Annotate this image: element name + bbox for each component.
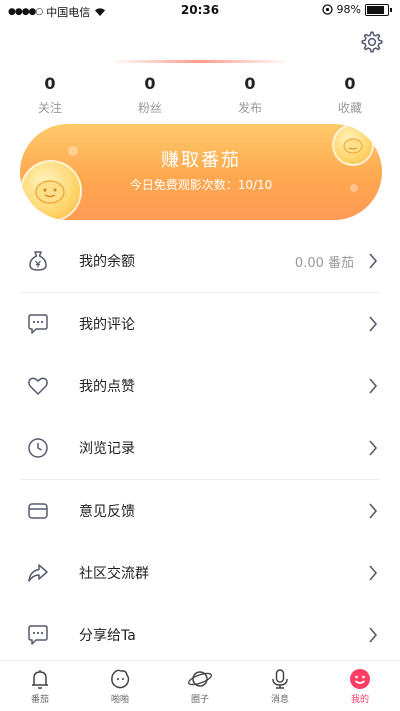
menu-item-share[interactable]: 分享给Ta xyxy=(0,604,400,666)
tab-circle[interactable]: 圈子 xyxy=(160,661,240,711)
tab-papa[interactable]: 啪啪 xyxy=(80,661,160,711)
stat-following-label: 关注 xyxy=(37,101,62,115)
menu-item-label: 意见反馈 xyxy=(79,504,135,520)
comment-icon xyxy=(28,314,48,334)
header-accent-line xyxy=(110,60,290,63)
menu-item-likes[interactable]: 我的点赞 xyxy=(0,355,400,417)
status-bar: ●●●●○ 中国电信 20:36 98% xyxy=(0,0,400,22)
planet-icon xyxy=(187,671,213,687)
chevron-right-icon xyxy=(369,565,378,581)
menu-item-label: 我的余额 xyxy=(79,254,135,270)
stat-posts-label: 发布 xyxy=(237,101,262,115)
menu-item-comments[interactable]: 我的评论 xyxy=(0,293,400,355)
stat-following-count: 0 xyxy=(44,74,56,93)
stat-following[interactable]: 0 关注 xyxy=(0,74,100,116)
chevron-right-icon xyxy=(369,440,378,456)
chevron-right-icon xyxy=(369,503,378,519)
orientation-lock-icon xyxy=(321,4,333,15)
tomato-face-icon xyxy=(111,669,130,689)
chevron-right-icon xyxy=(369,378,378,394)
stat-followers-count: 0 xyxy=(144,74,156,93)
menu-item-label: 浏览记录 xyxy=(79,441,135,457)
battery-icon xyxy=(365,3,389,16)
stat-followers-label: 粉丝 xyxy=(137,101,162,115)
stat-followers[interactable]: 0 粉丝 xyxy=(100,74,200,116)
banner-subtitle: 今日免费观影次数：10/10 xyxy=(129,178,273,192)
mailbox-icon xyxy=(28,503,48,519)
menu-item-label: 我的评论 xyxy=(79,317,135,333)
chevron-right-icon xyxy=(369,253,378,269)
stat-posts-count: 0 xyxy=(244,74,256,93)
menu-item-community-group[interactable]: 社区交流群 xyxy=(0,542,400,604)
menu-item-label: 我的点赞 xyxy=(79,379,135,395)
tab-label: 番茄 xyxy=(30,695,49,705)
tab-label: 消息 xyxy=(270,695,289,705)
stat-posts[interactable]: 0 发布 xyxy=(200,74,300,116)
tab-mine[interactable]: 我的 xyxy=(320,661,400,711)
settings-menu-list: 我的余额 0.00 番茄 我的评论 我的点赞 浏览记录 意见反馈 社区交流群 分… xyxy=(0,230,400,666)
menu-item-history[interactable]: 浏览记录 xyxy=(0,417,400,479)
profile-stats: 0 关注 0 粉丝 0 发布 0 收藏 xyxy=(0,74,400,116)
menu-item-label: 分享给Ta xyxy=(79,628,136,644)
bottom-tab-bar: 番茄 啪啪 圈子 消息 我的 xyxy=(0,660,400,711)
stat-favorites-count: 0 xyxy=(344,74,356,93)
bell-icon xyxy=(32,670,48,689)
stat-favorites[interactable]: 0 收藏 xyxy=(300,74,400,116)
clock-icon xyxy=(28,438,48,458)
tab-label: 啪啪 xyxy=(110,695,129,705)
tab-label: 圈子 xyxy=(190,695,209,705)
chevron-right-icon xyxy=(369,316,378,332)
tab-messages[interactable]: 消息 xyxy=(240,661,320,711)
settings-gear-icon[interactable] xyxy=(360,30,384,54)
stat-favorites-label: 收藏 xyxy=(337,101,362,115)
earn-tomatoes-banner[interactable]: 赚取番茄 今日免费观影次数：10/10 xyxy=(20,124,382,220)
share-arrow-icon xyxy=(28,564,48,582)
battery-percentage: 98% xyxy=(336,3,361,16)
tab-tomato[interactable]: 番茄 xyxy=(0,661,80,711)
banner-title: 赚取番茄 xyxy=(161,150,241,171)
menu-item-balance[interactable]: 我的余额 0.00 番茄 xyxy=(0,230,400,292)
heart-icon xyxy=(28,377,48,395)
menu-item-feedback[interactable]: 意见反馈 xyxy=(0,480,400,542)
money-bag-icon xyxy=(29,251,47,271)
microphone-icon xyxy=(272,669,288,689)
tab-label: 我的 xyxy=(350,695,369,705)
chat-bubble-icon xyxy=(28,625,48,645)
menu-item-label: 社区交流群 xyxy=(79,566,149,582)
smile-face-icon xyxy=(350,669,370,689)
chevron-right-icon xyxy=(369,627,378,643)
balance-value: 0.00 番茄 xyxy=(294,255,354,271)
